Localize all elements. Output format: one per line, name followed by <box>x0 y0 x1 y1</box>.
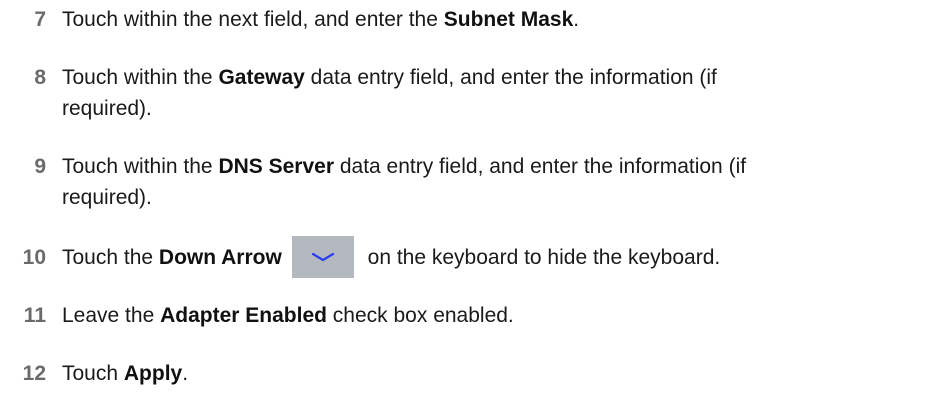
instruction-steps: 7 Touch within the next field, and enter… <box>0 0 937 396</box>
step-text-line2: required). <box>62 186 152 209</box>
ui-term-dns-server: DNS Server <box>218 155 334 178</box>
keyboard-down-arrow-key <box>291 236 354 279</box>
step-text: Touch Apply. <box>62 358 932 389</box>
step-text-post: check box enabled. <box>326 304 514 327</box>
chevron-down-icon <box>311 253 334 262</box>
step-text: Touch within the Gateway data entry fiel… <box>62 62 932 124</box>
step-text-post: . <box>573 8 580 31</box>
step-text-pre: Touch within the <box>62 66 219 89</box>
step-text-pre: Touch within the <box>62 155 219 178</box>
step-text-post: . <box>182 362 189 385</box>
step-number: 7 <box>34 8 46 31</box>
step-text: Leave the Adapter Enabled check box enab… <box>62 300 932 331</box>
ui-term-subnet-mask: Subnet Mask <box>443 8 574 31</box>
step-text: Touch the Down Arrow on the keyboard to … <box>62 236 932 279</box>
step-text-pre: Touch the <box>62 246 159 269</box>
step-text-post: data entry field, and enter the informat… <box>304 66 717 89</box>
step-text-pre: Leave the <box>62 304 161 327</box>
step-number: 9 <box>34 155 46 178</box>
step-text-pre: Touch <box>62 362 124 385</box>
step-text-pre: Touch within the next field, and enter t… <box>62 8 444 31</box>
step-text: Touch within the next field, and enter t… <box>62 4 932 35</box>
step-number: 10 <box>22 246 46 269</box>
step-text-line2: required). <box>62 97 152 120</box>
ui-term-gateway: Gateway <box>218 66 305 89</box>
step-text: Touch within the DNS Server data entry f… <box>62 151 932 213</box>
step-number: 8 <box>34 66 46 89</box>
step-text-post: data entry field, and enter the informat… <box>334 155 747 178</box>
step-number: 11 <box>23 304 46 327</box>
ui-term-adapter-enabled: Adapter Enabled <box>160 304 327 327</box>
step-number: 12 <box>22 362 46 385</box>
step-text-post: on the keyboard to hide the keyboard. <box>367 246 721 269</box>
ui-term-apply: Apply <box>123 362 183 385</box>
ui-term-down-arrow: Down Arrow <box>158 246 282 269</box>
